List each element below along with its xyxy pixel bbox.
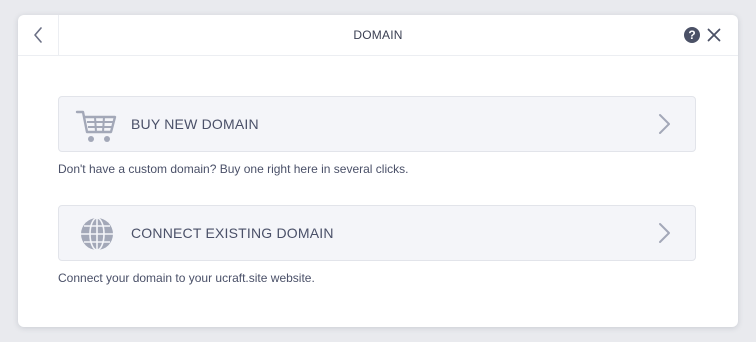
close-icon — [707, 28, 721, 42]
chevron-right-icon — [657, 222, 671, 244]
cart-icon — [75, 106, 119, 144]
chevron-right-icon — [657, 113, 671, 135]
connect-existing-domain-label: CONNECT EXISTING DOMAIN — [131, 225, 334, 241]
help-button[interactable]: ? — [684, 27, 700, 43]
dialog-title: DOMAIN — [353, 28, 403, 42]
dialog-header: DOMAIN ? — [18, 15, 738, 56]
connect-existing-domain-button[interactable]: CONNECT EXISTING DOMAIN — [58, 205, 696, 261]
close-button[interactable] — [706, 27, 722, 43]
connect-existing-domain-description: Connect your domain to your ucraft.site … — [58, 271, 315, 285]
buy-new-domain-description: Don't have a custom domain? Buy one righ… — [58, 162, 409, 176]
globe-icon — [75, 215, 119, 253]
chevron-left-icon — [34, 27, 42, 43]
buy-new-domain-button[interactable]: BUY NEW DOMAIN — [58, 96, 696, 152]
back-button[interactable] — [18, 15, 59, 55]
domain-dialog: DOMAIN ? BUY NEW DOMAIN Don't have a cus… — [18, 15, 738, 327]
buy-new-domain-label: BUY NEW DOMAIN — [131, 116, 259, 132]
